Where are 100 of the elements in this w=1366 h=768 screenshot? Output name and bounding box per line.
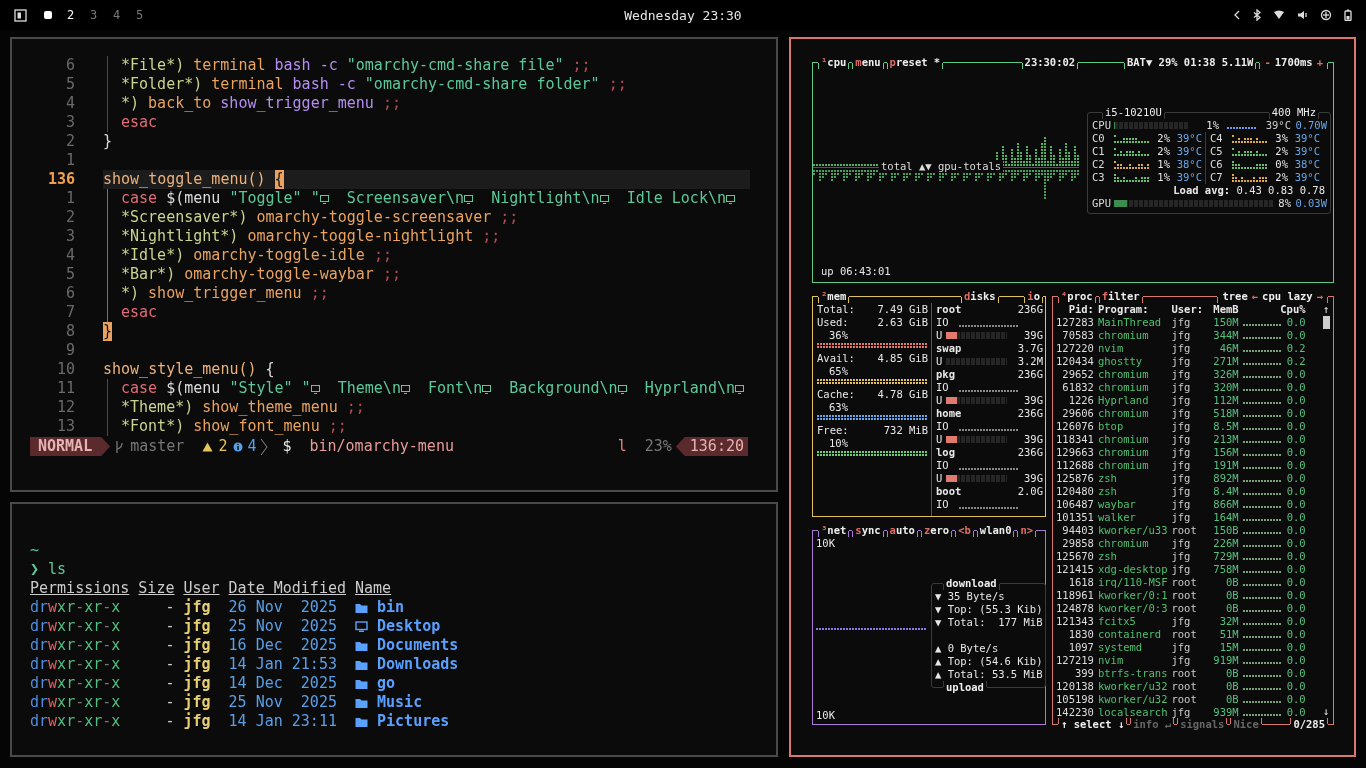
download-stat: ▼ Total: 177 MiB [935,616,1043,629]
code-line: *Bar*) omarchy-toggle-waybar ;; [103,265,401,284]
table-cell-text: jfg [1171,316,1192,329]
cpu-label: CPU [1092,119,1112,132]
panel-tab[interactable]: ²mem [818,290,850,303]
interface-control[interactable]: n> [1017,524,1037,537]
panel-tab[interactable]: ³net [818,524,850,537]
interval-control[interactable]: 1700ms [1272,56,1315,69]
core-temperature: 39°C [1175,145,1202,158]
user-cell-text: jfg [183,636,212,655]
cpu-sparkline [1242,402,1283,404]
core-label: C1 [1092,145,1106,158]
table-cell: 121415 [1056,563,1094,576]
table-cell: 1830 [1068,628,1094,641]
scrollbar-thumb[interactable] [1322,316,1330,329]
table-cell: 29858 [1062,537,1094,550]
table-cell-text: jfg [1171,342,1192,355]
table-cell: 0.0 [1286,329,1306,342]
interface-control[interactable]: <b [955,524,974,537]
table-cell: 919M [1213,654,1239,667]
scroll-down-arrow[interactable]: ↓ [1322,705,1330,718]
interval-control[interactable]: + [1314,56,1325,69]
crosshair-icon[interactable] [1320,9,1332,21]
scroll-up-arrow[interactable]: ↑ [1322,303,1330,316]
layout-icon[interactable] [14,8,27,22]
cpu-sparkline [1242,350,1283,352]
core-graph [1232,160,1268,169]
table-cell-text: jfg [1171,472,1192,485]
workspace-icon[interactable] [43,10,53,20]
panel-tab[interactable]: filter [1098,290,1143,303]
cpu-sparkline [1242,545,1283,547]
memory-value: 4.78 GiB [877,388,928,401]
table-cell-text: fcitx5 [1097,615,1137,628]
cpu-sparkline [1242,506,1283,508]
disk-name: log [936,446,955,459]
table-cell-text: chromium [1097,459,1150,472]
footer-action[interactable]: ↑ select ↓ [1058,718,1128,731]
core-temperature: 39°C [1175,132,1202,145]
workspace-button[interactable]: 4 [105,5,128,25]
table-cell: 0.0 [1286,563,1306,576]
speaker-icon[interactable] [1297,10,1308,20]
table-cell-text: nvim [1097,654,1125,667]
table-cell: 1097 [1068,641,1094,654]
core-temperature: 39°C [1293,171,1320,184]
table-cell: 150B [1213,524,1239,537]
wifi-icon[interactable] [1273,10,1285,20]
user-cell-text: jfg [183,655,212,674]
table-cell-text: jfg [1171,615,1192,628]
panel-tab[interactable]: auto [886,524,918,537]
sort-option[interactable]: ← [1249,290,1261,303]
upload-title: upload [943,681,987,694]
table-cell-text: chromium [1097,446,1150,459]
sort-option[interactable]: → [1314,290,1325,303]
code-line: } [103,132,113,151]
table-cell: 320M [1213,381,1239,394]
interface-control[interactable]: wlan0 [976,524,1015,537]
panel-tab[interactable]: ⁴proc [1058,290,1096,303]
line-number: 7 [64,303,75,322]
date-cell-text: 16 Dec 2025 [228,636,338,655]
table-cell-text: waybar [1097,498,1137,511]
code-line: case $(menu "Toggle" " Screensaver\n Nightlight\n Idle Lock\n [103,189,735,208]
workspace-button[interactable]: 3 [82,5,105,25]
panel-tab[interactable]: disks [961,290,999,303]
date-cell-text: 14 Dec 2025 [228,674,338,693]
sort-option[interactable]: tree [1220,290,1250,303]
interval-control[interactable]: - [1262,56,1273,69]
bluetooth-icon[interactable] [1253,9,1261,21]
panel-tab[interactable]: io [1024,290,1043,303]
table-cell-text: root [1171,693,1198,706]
table-cell-text: btop [1097,420,1125,433]
table-cell-text: root [1171,589,1198,602]
table-cell: 1226 [1068,394,1094,407]
workspace-button[interactable]: 5 [128,5,151,25]
battery-icon[interactable] [1344,9,1352,21]
file-name: bin [377,598,405,617]
chevron-icon [260,437,269,456]
file-name: Pictures [377,712,450,731]
table-cell-text: zsh [1097,472,1118,485]
panel-tab[interactable]: preset * [886,56,944,69]
cpu-sparkline [1242,675,1283,677]
panel-tab[interactable]: ¹cpu [818,56,850,69]
table-cell-text: systemd [1097,641,1144,654]
memory-label: Free: [817,424,849,437]
table-cell-text: jfg [1171,446,1192,459]
chevron-left-icon[interactable] [1233,10,1241,20]
table-cell: 0B [1226,667,1239,680]
disk-name: pkg [936,368,955,381]
cpu-sparkline [1242,597,1283,599]
line-number: 5 [64,75,75,94]
battery-status: BAT▼ 29% 01:38 5.11W [1123,56,1257,69]
sort-option[interactable]: cpu lazy [1260,290,1315,303]
cpu-power: 0.70W [1294,119,1327,132]
workspace-button[interactable]: 2 [59,5,82,25]
cpu-sparkline [1242,688,1283,690]
table-cell-text: jfg [1171,355,1192,368]
memory-value: 2.63 GiB [877,316,928,329]
table-cell: 129663 [1056,446,1094,459]
table-cell: 0.0 [1286,628,1306,641]
line-number: 6 [64,284,75,303]
table-cell: 0.0 [1286,706,1306,719]
